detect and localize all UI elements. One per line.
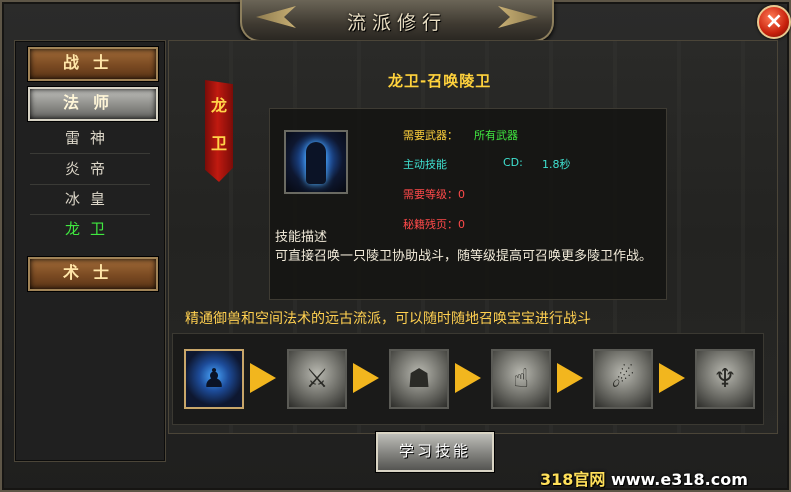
path-banner: 龙 卫 (205, 80, 233, 182)
class-tab-taoist[interactable]: 术士 (28, 257, 158, 291)
beast-face-icon[interactable]: ☗ (389, 349, 449, 409)
scroll-requirement: 秘籍残页：0 (403, 218, 465, 231)
class-tab-warrior[interactable]: 战士 (28, 47, 158, 81)
class-tab-mage[interactable]: 法师 (28, 87, 158, 121)
watermark-site-name: 318官网 (540, 470, 606, 489)
chain-arrow-icon (353, 363, 379, 393)
dash-figure-icon[interactable]: ☄ (593, 349, 653, 409)
sub-divider (30, 153, 150, 154)
close-button[interactable]: × (757, 5, 791, 39)
skill-desc-title: 技能描述 (275, 230, 328, 245)
level-requirement: 需要等级：0 (403, 188, 465, 201)
skill-description: 可直接召唤一只陵卫协助战斗，随等级提高可召唤更多陵卫作战。 (275, 249, 653, 264)
chain-arrow-icon (250, 363, 276, 393)
mage-sub-flame[interactable]: 炎帝 (28, 155, 152, 183)
chain-arrow-icon (659, 363, 685, 393)
weapon-label: 需要武器： (403, 129, 458, 142)
path-flavor-text: 精通御兽和空间法术的远古流派，可以随时随地召唤宝宝进行战斗 (185, 311, 591, 327)
site-watermark: 318官网 www.e318.com (540, 466, 748, 490)
cd-value: 1.8秒 (542, 158, 571, 171)
cd-label: CD: (503, 156, 523, 169)
claw-strike-icon[interactable]: ⚔ (287, 349, 347, 409)
chain-arrow-icon (455, 363, 481, 393)
mage-sub-thunder[interactable]: 雷神 (28, 124, 152, 152)
dragon-guardian-icon (284, 130, 348, 194)
banner-char-top: 龙 (210, 96, 227, 115)
watermark-url: www.e318.com (610, 470, 748, 489)
praying-hands-icon[interactable]: ☝ (491, 349, 551, 409)
chain-arrow-icon (557, 363, 583, 393)
banner-char-bottom: 卫 (210, 134, 227, 153)
summon-guardian-icon[interactable]: ♟ (184, 349, 244, 409)
mage-sub-ice[interactable]: 冰皇 (28, 185, 152, 213)
title-bar: 流派修行 (240, 0, 554, 42)
weapon-value: 所有武器 (474, 129, 518, 142)
mage-sub-dragon-guard[interactable]: 龙卫 (28, 215, 152, 243)
active-skill-label: 主动技能 (403, 158, 447, 171)
wing-spirit-icon[interactable]: ♆ (695, 349, 755, 409)
skill-title: 龙卫-召唤陵卫 (388, 72, 492, 90)
learn-skill-button[interactable]: 学习技能 (376, 432, 494, 472)
